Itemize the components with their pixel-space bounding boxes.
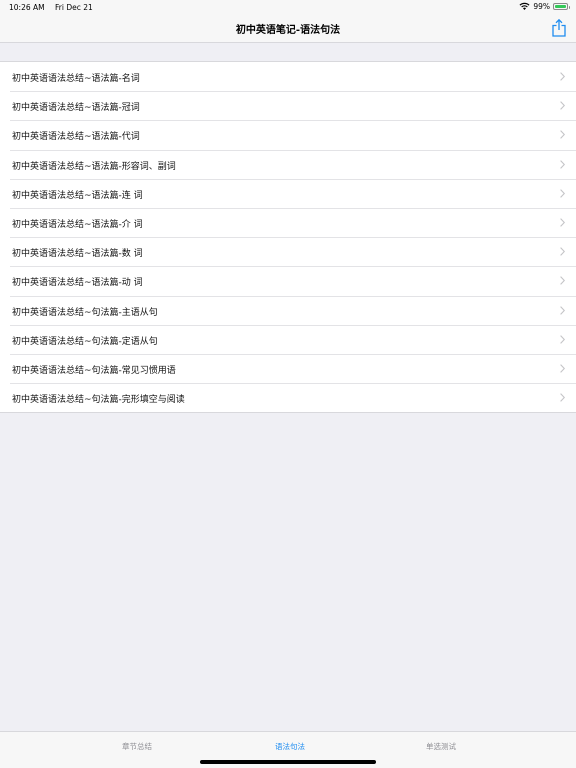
chevron-right-icon: [560, 130, 565, 140]
wifi-icon: [519, 2, 530, 10]
status-time: 10:26 AM: [9, 3, 45, 12]
battery-icon: [553, 3, 570, 10]
list-item-label: 初中英语语法总结~语法篇-冠词: [12, 103, 140, 114]
list-item-label: 初中英语语法总结~语法篇-形容词、副词: [12, 161, 176, 172]
list-item-label: 初中英语语法总结~句法篇-主语从句: [12, 307, 158, 318]
list-item[interactable]: 初中英语语法总结~语法篇-代词: [0, 120, 576, 150]
list-item[interactable]: 初中英语语法总结~语法篇-介 词: [0, 207, 576, 238]
list-item[interactable]: 初中英语语法总结~句法篇-定语从句: [0, 324, 576, 354]
navigation-bar: 初中英语笔记-语法句法: [0, 14, 576, 43]
list-item-label: 初中英语语法总结~句法篇-常见习惯用语: [12, 365, 176, 376]
battery-percent: 99%: [533, 2, 550, 11]
chapter-list: 初中英语语法总结~语法篇-名词 初中英语语法总结~语法篇-冠词 初中英语语法总结~语…: [0, 61, 576, 414]
list-item-label: 初中英语语法总结~语法篇-代词: [12, 132, 140, 143]
list-item[interactable]: 初中英语语法总结~句法篇-主语从句: [0, 295, 576, 325]
chevron-right-icon: [560, 188, 565, 198]
chevron-right-icon: [560, 247, 565, 256]
list-item-label: 初中英语语法总结~语法篇-动 词: [12, 278, 143, 289]
chevron-right-icon: [560, 218, 565, 227]
status-bar: 10:26 AM Fri Dec 21 99%: [0, 0, 576, 14]
tab-chapter-summary[interactable]: 章节总结: [97, 741, 177, 752]
battery-tip: [568, 6, 570, 9]
list-item-label: 初中英语语法总结~语法篇-数 词: [12, 249, 143, 260]
chevron-right-icon: [560, 305, 565, 315]
tab-grammar-syntax[interactable]: 语法句法: [250, 741, 330, 752]
tab-single-choice-test[interactable]: 单选测试: [401, 741, 481, 752]
list-item-label: 初中英语语法总结~句法篇-完形填空与阅读: [12, 395, 185, 406]
list-item-label: 初中英语语法总结~语法篇-介 词: [12, 219, 143, 230]
list-item-label: 初中英语语法总结~语法篇-名词: [12, 74, 140, 84]
home-indicator: [200, 760, 376, 764]
list-item[interactable]: 初中英语语法总结~语法篇-数 词: [0, 237, 576, 267]
chevron-right-icon: [560, 101, 565, 110]
share-icon: [552, 18, 566, 37]
list-item[interactable]: 初中英语语法总结~语法篇-形容词、副词: [0, 149, 576, 179]
list-item-label: 初中英语语法总结~句法篇-定语从句: [12, 336, 158, 347]
chevron-right-icon: [560, 72, 565, 81]
list-item-label: 初中英语语法总结~语法篇-连 词: [12, 190, 143, 201]
page-title: 初中英语笔记-语法句法: [235, 25, 341, 36]
list-item[interactable]: 初中英语语法总结~语法篇-名词: [0, 62, 576, 92]
status-right: 99%: [519, 2, 570, 11]
tab-bar: 章节总结 语法句法 单选测试: [0, 731, 576, 768]
chevron-right-icon: [560, 393, 565, 402]
list-item[interactable]: 初中英语语法总结~句法篇-常见习惯用语: [0, 353, 576, 384]
list-item[interactable]: 初中英语语法总结~语法篇-冠词: [0, 91, 576, 121]
list-item[interactable]: 初中英语语法总结~语法篇-连 词: [0, 178, 576, 208]
chevron-right-icon: [560, 276, 565, 286]
battery-fill: [555, 5, 566, 8]
status-date: Fri Dec 21: [55, 3, 93, 12]
status-left: 10:26 AM Fri Dec 21: [9, 3, 101, 12]
list-item[interactable]: 初中英语语法总结~语法篇-动 词: [0, 266, 576, 296]
chevron-right-icon: [560, 334, 565, 344]
list-item[interactable]: 初中英语语法总结~句法篇-完形填空与阅读: [0, 383, 576, 413]
chevron-right-icon: [560, 364, 565, 373]
share-button[interactable]: [551, 18, 567, 37]
chevron-right-icon: [560, 159, 565, 169]
screen: 10:26 AM Fri Dec 21 99% 初中英语笔记-语法句法 初中英语…: [0, 0, 576, 768]
